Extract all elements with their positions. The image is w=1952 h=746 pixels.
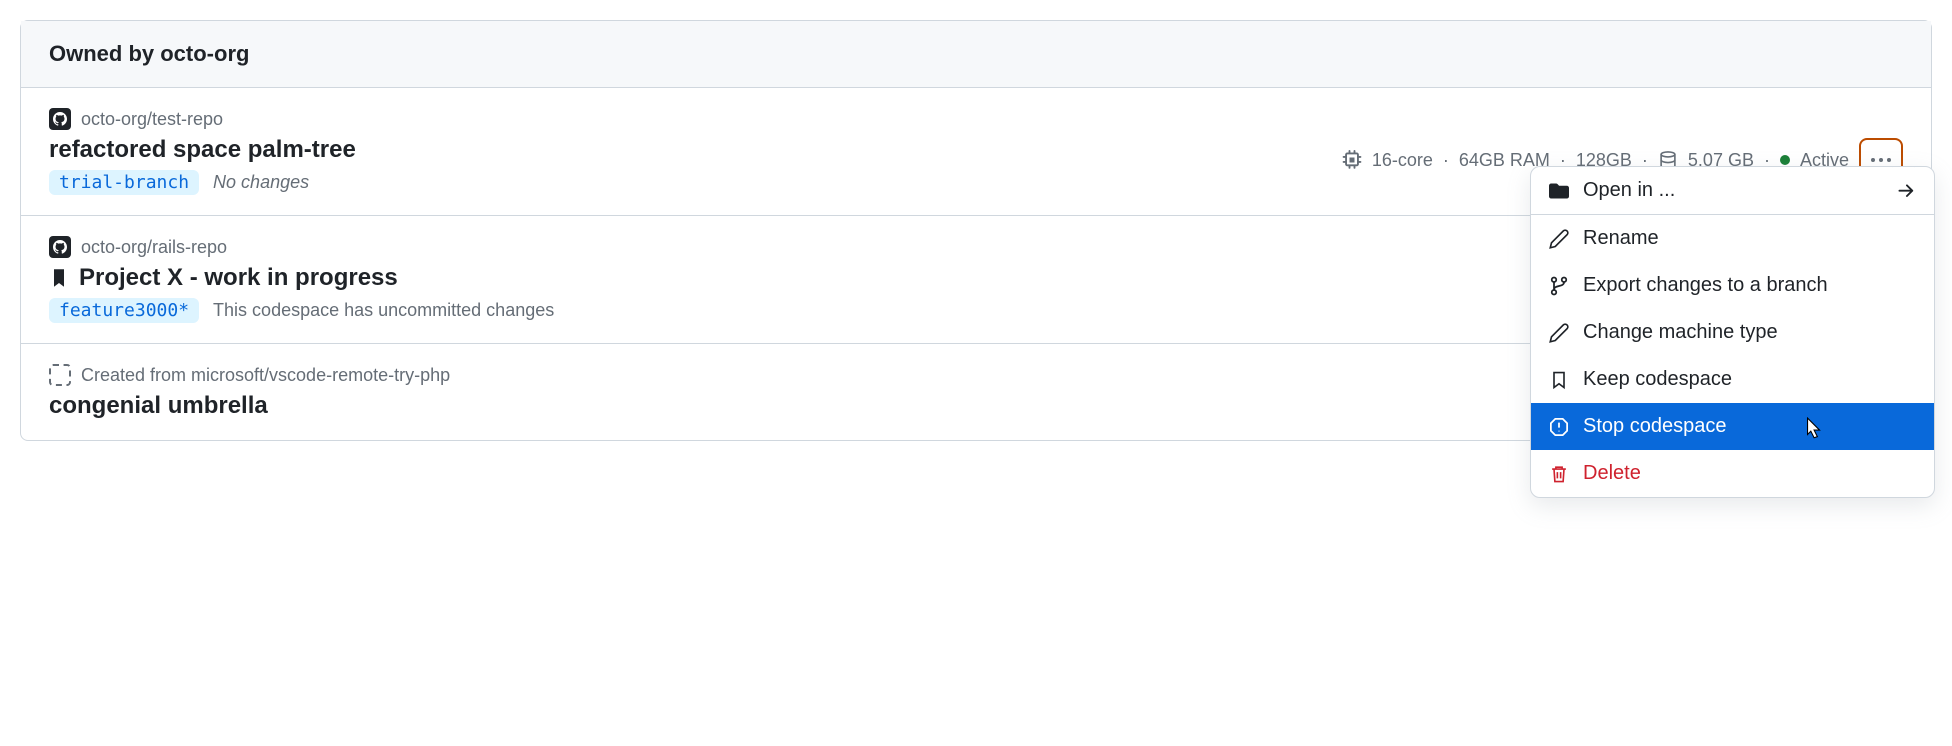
codespace-title[interactable]: Project X - work in progress bbox=[79, 264, 398, 292]
codespace-title-line: refactored space palm-tree bbox=[49, 136, 356, 164]
menu-label: Rename bbox=[1583, 227, 1659, 250]
branch-note: No changes bbox=[213, 172, 309, 193]
cursor-icon bbox=[1802, 417, 1824, 441]
menu-delete[interactable]: Delete bbox=[1531, 450, 1934, 497]
row-left: octo-org/rails-repo Project X - work in … bbox=[49, 236, 554, 323]
menu-label: Open in ... bbox=[1583, 179, 1675, 202]
github-icon bbox=[49, 236, 71, 258]
menu-change-machine[interactable]: Change machine type bbox=[1531, 309, 1934, 356]
codespace-title-line: congenial umbrella bbox=[49, 392, 450, 420]
bookmark-filled-icon bbox=[49, 268, 69, 288]
menu-open-in[interactable]: Open in ... bbox=[1531, 167, 1934, 215]
repo-name[interactable]: octo-org/rails-repo bbox=[81, 237, 227, 258]
codespace-row: octo-org/test-repo refactored space palm… bbox=[21, 88, 1931, 216]
git-branch-icon bbox=[1549, 276, 1569, 296]
branch-chip[interactable]: feature3000* bbox=[49, 298, 199, 323]
menu-keep-codespace[interactable]: Keep codespace bbox=[1531, 356, 1934, 403]
repo-line: octo-org/rails-repo bbox=[49, 236, 554, 258]
github-icon bbox=[49, 108, 71, 130]
folder-icon bbox=[1549, 181, 1569, 201]
arrow-right-icon bbox=[1896, 181, 1916, 201]
pencil-icon bbox=[1549, 229, 1569, 249]
template-icon bbox=[49, 364, 71, 386]
kebab-icon bbox=[1871, 158, 1891, 162]
repo-name[interactable]: octo-org/test-repo bbox=[81, 109, 223, 130]
trash-icon bbox=[1549, 464, 1569, 484]
pencil-icon bbox=[1549, 323, 1569, 343]
menu-stop-codespace[interactable]: Stop codespace bbox=[1531, 403, 1934, 450]
branch-line: feature3000* This codespace has uncommit… bbox=[49, 298, 554, 323]
branch-chip[interactable]: trial-branch bbox=[49, 170, 199, 195]
branch-note: This codespace has uncommitted changes bbox=[213, 300, 554, 321]
menu-label: Delete bbox=[1583, 462, 1641, 485]
template-source: Created from microsoft/vscode-remote-try… bbox=[81, 365, 450, 386]
cpu-icon bbox=[1342, 150, 1362, 170]
row-left: Created from microsoft/vscode-remote-try… bbox=[49, 364, 450, 420]
stop-icon bbox=[1549, 417, 1569, 437]
repo-line: Created from microsoft/vscode-remote-try… bbox=[49, 364, 450, 386]
panel-title: Owned by octo-org bbox=[49, 41, 249, 66]
panel-header: Owned by octo-org bbox=[21, 21, 1931, 88]
menu-label: Change machine type bbox=[1583, 321, 1778, 344]
spec-cores: 16-core bbox=[1372, 150, 1433, 171]
codespace-title-line: Project X - work in progress bbox=[49, 264, 554, 292]
codespace-title[interactable]: refactored space palm-tree bbox=[49, 136, 356, 164]
menu-label: Stop codespace bbox=[1583, 415, 1726, 438]
codespaces-panel: Owned by octo-org octo-org/test-repo ref… bbox=[20, 20, 1932, 441]
bookmark-icon bbox=[1549, 370, 1569, 390]
menu-export-branch[interactable]: Export changes to a branch bbox=[1531, 262, 1934, 309]
codespace-title[interactable]: congenial umbrella bbox=[49, 392, 268, 420]
separator: · bbox=[1443, 150, 1449, 171]
menu-rename[interactable]: Rename bbox=[1531, 215, 1934, 262]
repo-line: octo-org/test-repo bbox=[49, 108, 356, 130]
branch-line: trial-branch No changes bbox=[49, 170, 356, 195]
menu-label: Keep codespace bbox=[1583, 368, 1732, 391]
menu-label: Export changes to a branch bbox=[1583, 274, 1828, 297]
row-left: octo-org/test-repo refactored space palm… bbox=[49, 108, 356, 195]
codespace-actions-menu: Open in ... Rename Export changes to a b… bbox=[1530, 166, 1935, 498]
status-dot-icon bbox=[1780, 155, 1790, 165]
